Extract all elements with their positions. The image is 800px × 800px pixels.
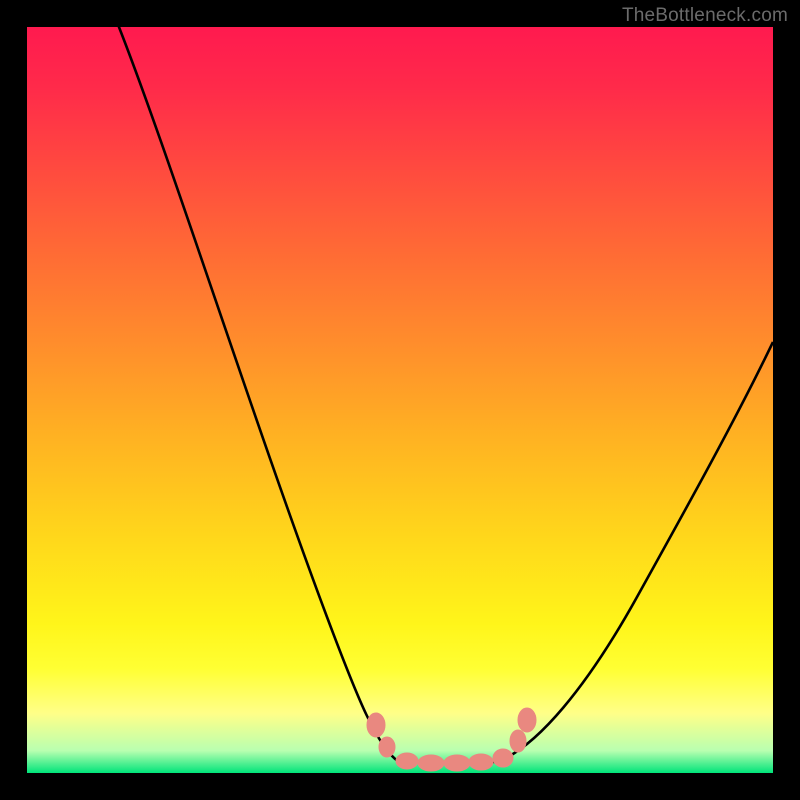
valley-marker (469, 754, 493, 770)
plot-area (27, 27, 773, 773)
attribution-watermark: TheBottleneck.com (622, 5, 788, 27)
bottleneck-curve (27, 27, 773, 773)
valley-marker-group (367, 708, 536, 771)
curve-left-branch (115, 27, 399, 762)
curve-right-branch (497, 342, 773, 762)
valley-marker (379, 737, 395, 757)
valley-marker (396, 753, 418, 769)
valley-marker (418, 755, 444, 771)
valley-marker (518, 708, 536, 732)
valley-marker (510, 730, 526, 752)
chart-frame: TheBottleneck.com (0, 0, 800, 800)
valley-marker (367, 713, 385, 737)
valley-marker (444, 755, 470, 771)
valley-marker (493, 749, 513, 767)
